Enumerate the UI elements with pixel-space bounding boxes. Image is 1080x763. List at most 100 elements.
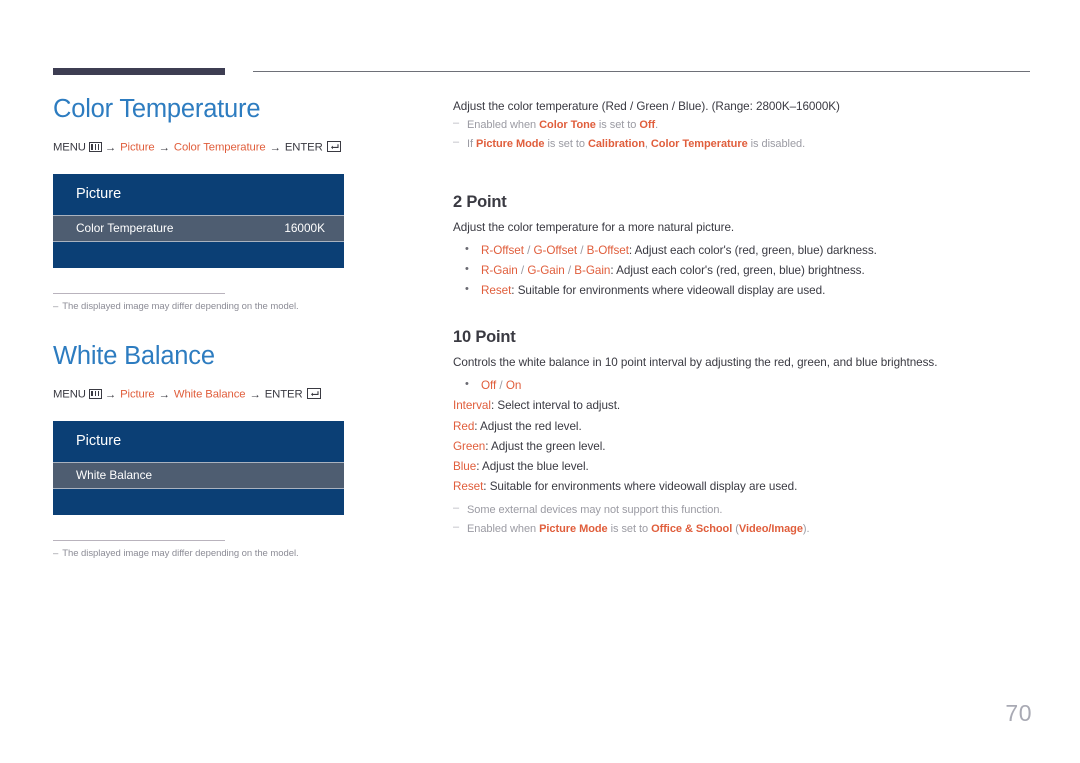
- term-description: : Select interval to adjust.: [490, 399, 621, 413]
- note-mid: is set to: [544, 138, 588, 151]
- list-item: R-Offset / G-Offset / B-Offset: Adjust e…: [453, 240, 1033, 261]
- item-description: : Suitable for environments where videow…: [511, 284, 826, 297]
- term-picture-mode: Picture Mode: [539, 523, 608, 536]
- subsection-title-ten-point: 10 Point: [453, 328, 516, 347]
- menu-path-arrow-1: →: [104, 388, 117, 401]
- header-rule-thick: [53, 68, 225, 75]
- intro-note-2: If Picture Mode is set to Calibration, C…: [453, 133, 1033, 154]
- term-video-image: Video/Image: [738, 523, 803, 536]
- menu-path-enter-label: ENTER: [264, 388, 303, 401]
- separator: /: [577, 243, 587, 257]
- item-description: : Adjust each color's (red, green, blue)…: [628, 243, 877, 257]
- left-column: Color Temperature MENU → Picture → Color …: [53, 95, 423, 559]
- osd-header-picture: Picture: [53, 420, 344, 462]
- note-pre: Enabled when: [467, 119, 540, 132]
- term-label: Reset: [453, 479, 484, 493]
- ten-point-note-2: Enabled when Picture Mode is set to Offi…: [453, 518, 1033, 539]
- separator: /: [496, 379, 506, 393]
- osd-footer: [53, 241, 344, 268]
- note-separator-rule: [53, 292, 225, 294]
- note-mid-2: (: [732, 523, 739, 536]
- right-column: Adjust the color temperature (Red / Gree…: [453, 98, 1033, 540]
- ten-point-term-reset: Reset: Suitable for environments where v…: [453, 477, 1033, 497]
- enter-key-icon: [306, 388, 321, 400]
- ten-point-term-red: Red: Adjust the red level.: [453, 417, 1033, 437]
- note-block-white-balance: – The displayed image may differ dependin…: [53, 539, 423, 559]
- term-color-tone: Color Tone: [539, 119, 596, 132]
- intro-note-1: Enabled when Color Tone is set to Off.: [453, 114, 1033, 135]
- osd-row-color-temperature[interactable]: Color Temperature 16000K: [53, 214, 344, 242]
- menu-path-arrow-3: →: [249, 388, 261, 401]
- osd-row-white-balance[interactable]: White Balance: [53, 461, 344, 489]
- block-ten-point: 10 Point Controls the white balance in 1…: [453, 328, 1033, 539]
- term-office-school: Office & School: [651, 523, 733, 536]
- term-color-temperature: Color Temperature: [650, 138, 748, 151]
- ten-point-note-1: Some external devices may not support th…: [453, 499, 1033, 520]
- menu-path-crumb-color-temperature: Color Temperature: [173, 141, 266, 154]
- subsection-title-two-point: 2 Point: [453, 192, 507, 211]
- term-b-offset: B-Offset: [586, 243, 629, 257]
- document-page: Color Temperature MENU → Picture → Color …: [0, 0, 1080, 763]
- enter-key-icon: [326, 141, 341, 153]
- ten-point-term-blue: Blue: Adjust the blue level.: [453, 457, 1033, 477]
- note-block-color-temperature: – The displayed image may differ dependin…: [53, 292, 423, 312]
- osd-row-label: White Balance: [76, 468, 153, 483]
- menu-path-menu-label: MENU: [53, 388, 86, 401]
- menu-path-color-temperature: MENU → Picture → Color Temperature → ENTE…: [53, 141, 423, 154]
- list-item: Reset: Suitable for environments where v…: [453, 280, 1033, 301]
- note-post: .: [655, 119, 659, 132]
- term-label: Green: [453, 439, 486, 453]
- menu-path-crumb-picture: Picture: [120, 388, 155, 401]
- note-pre: Enabled when: [467, 523, 540, 536]
- ten-point-bullet-list: Off / On: [453, 375, 1033, 396]
- separator: /: [523, 243, 534, 257]
- term-description: : Adjust the red level.: [474, 419, 582, 433]
- term-description: : Suitable for environments where videow…: [483, 479, 798, 493]
- osd-header-picture: Picture: [53, 173, 344, 215]
- list-item: R-Gain / G-Gain / B-Gain: Adjust each co…: [453, 260, 1033, 281]
- note-text: The displayed image may differ depending…: [62, 547, 299, 559]
- term-g-gain: G-Gain: [527, 263, 565, 277]
- term-off: Off: [481, 379, 497, 393]
- term-b-gain: B-Gain: [574, 263, 611, 277]
- note-separator-rule: [53, 539, 225, 541]
- page-title-color-temperature: Color Temperature: [53, 95, 261, 123]
- section-color-temperature: Color Temperature MENU → Picture → Color …: [53, 95, 423, 312]
- section-white-balance: White Balance MENU → Picture → White Bala…: [53, 342, 423, 559]
- term-description: : Adjust the green level.: [485, 439, 606, 453]
- menu-path-white-balance: MENU → Picture → White Balance → ENTER: [53, 388, 423, 401]
- ten-point-term-green: Green: Adjust the green level.: [453, 437, 1033, 457]
- osd-footer: [53, 488, 344, 515]
- note-text: The displayed image may differ depending…: [62, 300, 299, 312]
- page-number: 70: [1005, 700, 1032, 726]
- menu-path-arrow-2: →: [158, 141, 170, 154]
- term-g-offset: G-Offset: [533, 243, 578, 257]
- menu-path-arrow-3: →: [269, 141, 281, 154]
- menu-path-arrow-2: →: [158, 388, 170, 401]
- item-description: : Adjust each color's (red, green, blue)…: [610, 263, 865, 277]
- term-label: Blue: [453, 459, 477, 473]
- separator: /: [517, 263, 528, 277]
- note-model-difference: – The displayed image may differ dependin…: [53, 301, 423, 312]
- note-post: ).: [802, 523, 810, 536]
- separator: /: [564, 263, 575, 277]
- note-dash: –: [53, 547, 59, 559]
- osd-panel-white-balance: Picture White Balance: [53, 420, 344, 515]
- term-picture-mode: Picture Mode: [476, 138, 545, 151]
- term-calibration: Calibration: [587, 138, 645, 151]
- ten-point-lead: Controls the white balance in 10 point i…: [453, 356, 938, 370]
- note-pre: If: [467, 138, 477, 151]
- intro-lead: Adjust the color temperature (Red / Gree…: [453, 100, 840, 113]
- header-rule-thin: [253, 71, 1030, 72]
- ten-point-term-interval: Interval: Select interval to adjust.: [453, 396, 1033, 416]
- menu-grid-icon: [88, 141, 102, 152]
- menu-grid-icon: [88, 388, 102, 399]
- note-mid: is set to: [595, 119, 640, 132]
- term-label: Red: [453, 419, 475, 433]
- term-off: Off: [639, 119, 656, 132]
- term-reset: Reset: [481, 284, 512, 297]
- block-two-point: 2 Point Adjust the color temperature for…: [453, 193, 1033, 302]
- term-r-offset: R-Offset: [481, 243, 524, 257]
- note-mid: is set to: [607, 523, 652, 536]
- term-on: On: [505, 379, 522, 393]
